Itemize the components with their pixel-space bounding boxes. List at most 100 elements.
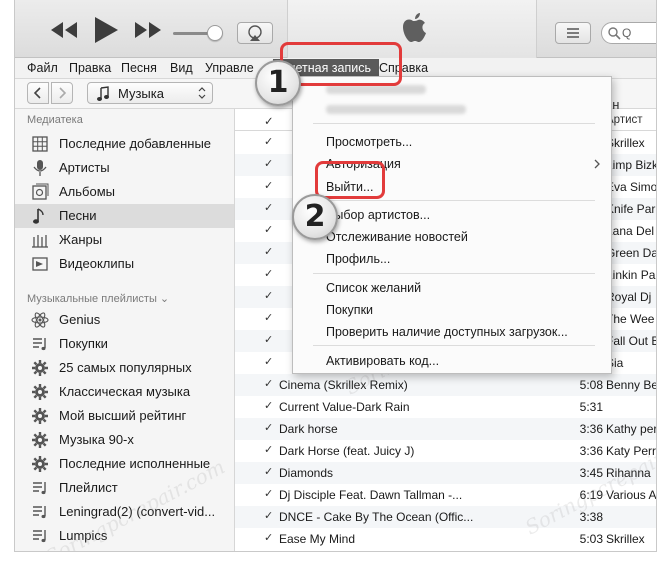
menu-item-check-downloads[interactable]: Проверить наличие доступных загрузок...	[326, 325, 568, 339]
menu-separator	[313, 200, 595, 201]
row-checkbox[interactable]: ✓	[264, 159, 275, 170]
playlist-item[interactable]: Последние исполненные	[15, 452, 234, 476]
song-artist-cell: Kathy per	[606, 422, 657, 436]
airplay-button[interactable]	[237, 22, 273, 44]
playlist-item[interactable]: Музыка 90-х	[15, 428, 234, 452]
menu-edit[interactable]: Правка	[69, 58, 111, 79]
table-row[interactable]: ✓ DNCE - Cake By The Ocean (Offic... 3:38	[235, 506, 656, 528]
microphone-icon	[33, 160, 47, 176]
library-item[interactable]: Альбомы	[15, 180, 234, 204]
library-header: Медиатека	[27, 114, 83, 126]
gear-icon	[32, 408, 48, 424]
forward-button[interactable]	[51, 82, 73, 104]
row-checkbox[interactable]: ✓	[264, 225, 275, 236]
sidebar: Медиатека Последние добавленные Артисты Ал…	[15, 109, 235, 551]
playlist-item-label: Плейлист	[59, 480, 118, 495]
menu-item-profile[interactable]: Профиль...	[326, 252, 390, 266]
row-checkbox[interactable]: ✓	[264, 467, 275, 478]
select-arrows-icon	[198, 87, 206, 99]
row-checkbox[interactable]: ✓	[264, 269, 275, 280]
list-view-button[interactable]	[555, 22, 591, 44]
gear-icon	[32, 384, 48, 400]
song-name-cell: Dark Horse (feat. Juicy J)	[279, 444, 415, 458]
library-item[interactable]: Артисты	[15, 156, 234, 180]
library-select-label: Музыка	[118, 86, 164, 101]
play-button[interactable]	[93, 16, 119, 44]
table-row[interactable]: ✓ Dark horse 3:36 Kathy per	[235, 418, 657, 440]
playlists-header[interactable]: Музыкальные плейлисты ⌄	[27, 292, 169, 305]
next-track-button[interactable]	[133, 20, 163, 40]
row-checkbox[interactable]: ✓	[264, 401, 275, 412]
playlist-item[interactable]: Genius	[15, 308, 234, 332]
library-item[interactable]: Видеоклипы	[15, 252, 234, 276]
album-icon	[32, 183, 49, 200]
song-artist-cell: Linkin Pa	[606, 268, 656, 282]
previous-track-button[interactable]	[49, 20, 79, 40]
playlist-item[interactable]: Классическая музыка	[15, 380, 234, 404]
playlist-item[interactable]: Leningrad(2) (convert-vid...	[15, 500, 234, 524]
menu-item-view-account[interactable]: Просмотреть...	[326, 135, 412, 149]
check-column-header[interactable]: ✓	[264, 114, 274, 128]
volume-knob[interactable]	[207, 25, 223, 41]
menu-file[interactable]: Файл	[27, 58, 58, 79]
playlist-item[interactable]: Плейлист	[15, 476, 234, 500]
music-note-icon	[97, 86, 109, 101]
video-icon	[32, 257, 48, 271]
menu-item-choose-artists[interactable]: Выбор артистов...	[326, 208, 430, 222]
menu-item-redeem-code[interactable]: Активировать код...	[326, 354, 439, 368]
song-time-cell: 5:08	[579, 378, 603, 392]
library-item[interactable]: Жанры	[15, 228, 234, 252]
row-checkbox[interactable]: ✓	[264, 137, 275, 148]
table-row[interactable]: ✓ Current Value-Dark Rain 5:31	[235, 396, 656, 418]
playlist-item[interactable]: 25 самых популярных	[15, 356, 234, 380]
row-checkbox[interactable]: ✓	[264, 511, 275, 522]
song-time-cell: 3:36	[579, 444, 603, 458]
table-row[interactable]: ✓ Dark Horse (feat. Juicy J) 3:36 Katy Perr	[235, 440, 656, 462]
menu-item-purchases[interactable]: Покупки	[326, 303, 373, 317]
row-checkbox[interactable]: ✓	[264, 181, 275, 192]
chevron-right-icon	[59, 87, 67, 99]
menu-song[interactable]: Песня	[121, 58, 157, 79]
menu-controls[interactable]: Управле	[205, 58, 254, 79]
row-checkbox[interactable]: ✓	[264, 335, 275, 346]
row-checkbox[interactable]: ✓	[264, 489, 275, 500]
search-placeholder: Q	[622, 26, 632, 40]
menu-view[interactable]: Вид	[170, 58, 193, 79]
song-name-cell: Diamonds	[279, 466, 334, 480]
row-checkbox[interactable]: ✓	[264, 533, 275, 544]
row-checkbox[interactable]: ✓	[264, 379, 275, 390]
row-checkbox[interactable]: ✓	[264, 247, 275, 258]
chevron-left-icon	[33, 87, 41, 99]
playlist-item[interactable]: Покупки	[15, 332, 234, 356]
table-row[interactable]: ✓ Dj Disciple Feat. Dawn Tallman -... 6:19…	[235, 484, 656, 506]
library-item-label: Последние добавленные	[59, 136, 212, 151]
playlist-item-label: Genius	[59, 312, 101, 327]
table-row[interactable]: ✓ Diamonds 3:45 Rihanna	[235, 462, 656, 484]
song-time-cell: 5:31	[579, 400, 603, 414]
song-name-cell: Ease My Mind	[279, 532, 356, 546]
row-checkbox[interactable]: ✓	[264, 203, 275, 214]
row-checkbox[interactable]: ✓	[264, 445, 275, 456]
playlist-item-label: Последние исполненные	[59, 456, 211, 471]
back-button[interactable]	[27, 82, 49, 104]
song-artist-cell: Sia	[606, 356, 624, 370]
row-checkbox[interactable]: ✓	[264, 423, 275, 434]
song-time-cell: 6:19	[579, 488, 603, 502]
row-checkbox[interactable]: ✓	[264, 313, 275, 324]
menu-item-wishlist[interactable]: Список желаний	[326, 281, 421, 295]
library-item[interactable]: Песни	[15, 204, 234, 228]
menu-item-follow-news[interactable]: Отслеживание новостей	[326, 230, 468, 244]
playlist-item[interactable]: Мой высший рейтинг	[15, 404, 234, 428]
song-time-cell: 3:36	[579, 422, 603, 436]
genres-icon	[32, 235, 48, 248]
library-item[interactable]: Последние добавленные	[15, 132, 234, 156]
playlist-item[interactable]: Lumpics	[15, 524, 234, 548]
song-artist-cell: Green Da	[606, 246, 657, 260]
library-select[interactable]: Музыка	[87, 82, 213, 104]
row-checkbox[interactable]: ✓	[264, 357, 275, 368]
table-row[interactable]: ✓ Cinema (Skrillex Remix) 5:08 Benny Be	[235, 374, 656, 396]
search-input[interactable]: Q	[601, 22, 656, 44]
song-name-cell: Cinema (Skrillex Remix)	[279, 378, 408, 392]
table-row[interactable]: ✓ Ease My Mind 5:03 Skrillex	[235, 528, 656, 550]
row-checkbox[interactable]: ✓	[264, 291, 275, 302]
